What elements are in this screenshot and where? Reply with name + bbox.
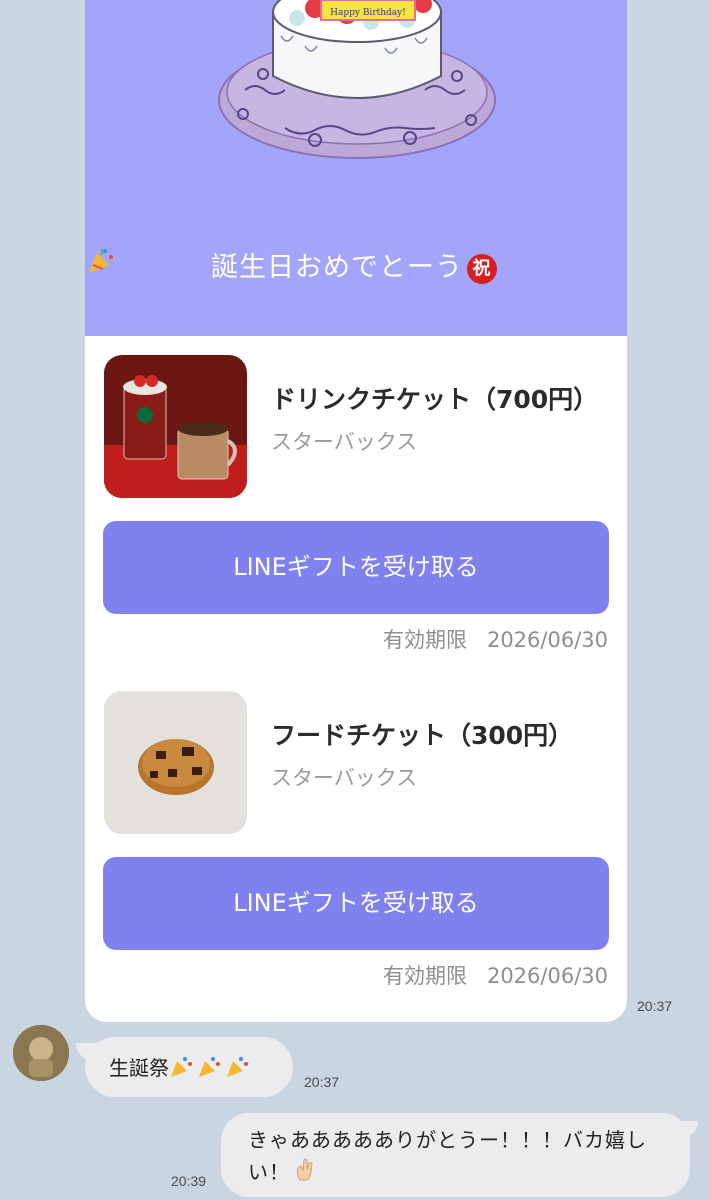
item-brand-drink: スターバックス — [271, 430, 418, 454]
incoming-message-bubble[interactable]: 生誕祭 — [76, 1037, 293, 1097]
expiry-drink: 有効期限 2026/06/30 — [383, 624, 608, 654]
avatar[interactable] — [13, 1025, 69, 1081]
item-name-drink: ドリンクチケット（700円） — [271, 385, 599, 414]
iwai-emoji: 祝 — [467, 253, 497, 284]
incoming-message-text: 生誕祭 — [109, 1056, 169, 1080]
expiry-label: 有効期限 — [382, 964, 467, 988]
outgoing-message-time: 20:39 — [171, 1173, 207, 1189]
birthday-hero: Happy Birthday! 誕生日おめでとーう祝 — [85, 0, 627, 336]
drink-thumbnail[interactable] — [104, 355, 247, 498]
expiry-date: 2026/06/30 — [486, 628, 608, 652]
incoming-message-time: 20:37 — [304, 1074, 340, 1090]
party-popper-icon — [169, 1055, 253, 1084]
outgoing-message-line2-text: い！ — [248, 1160, 290, 1184]
birthday-message: 誕生日おめでとーう祝 — [85, 245, 627, 284]
outgoing-message-bubble[interactable]: きゃああああありがとうー！！！バカ嬉し い！ — [221, 1113, 698, 1197]
expiry-label: 有効期限 — [382, 628, 467, 652]
gift-card[interactable]: Happy Birthday! 誕生日おめでとーう祝 ドリンクチケット（700円… — [85, 0, 627, 1022]
item-name-food: フードチケット（300円） — [271, 721, 574, 750]
receive-gift-button-drink[interactable]: LINEギフトを受け取る — [103, 521, 609, 614]
expiry-food: 有効期限 2026/06/30 — [383, 960, 608, 990]
birthday-message-text: 誕生日おめでとーう — [211, 252, 463, 283]
outgoing-message-line1: きゃああああありがとうー！！！バカ嬉し — [248, 1128, 647, 1152]
cake-plaque-text: Happy Birthday! — [330, 8, 406, 18]
food-thumbnail[interactable] — [104, 691, 247, 834]
cake-illustration: Happy Birthday! — [218, 0, 496, 159]
expiry-date: 2026/06/30 — [486, 964, 608, 988]
outgoing-message-line2: い！ — [248, 1156, 666, 1191]
receive-gift-button-food[interactable]: LINEギフトを受け取る — [103, 857, 609, 950]
hand-emoji-icon — [292, 1156, 318, 1191]
item-brand-food: スターバックス — [271, 766, 418, 790]
card-timestamp: 20:37 — [637, 998, 673, 1014]
